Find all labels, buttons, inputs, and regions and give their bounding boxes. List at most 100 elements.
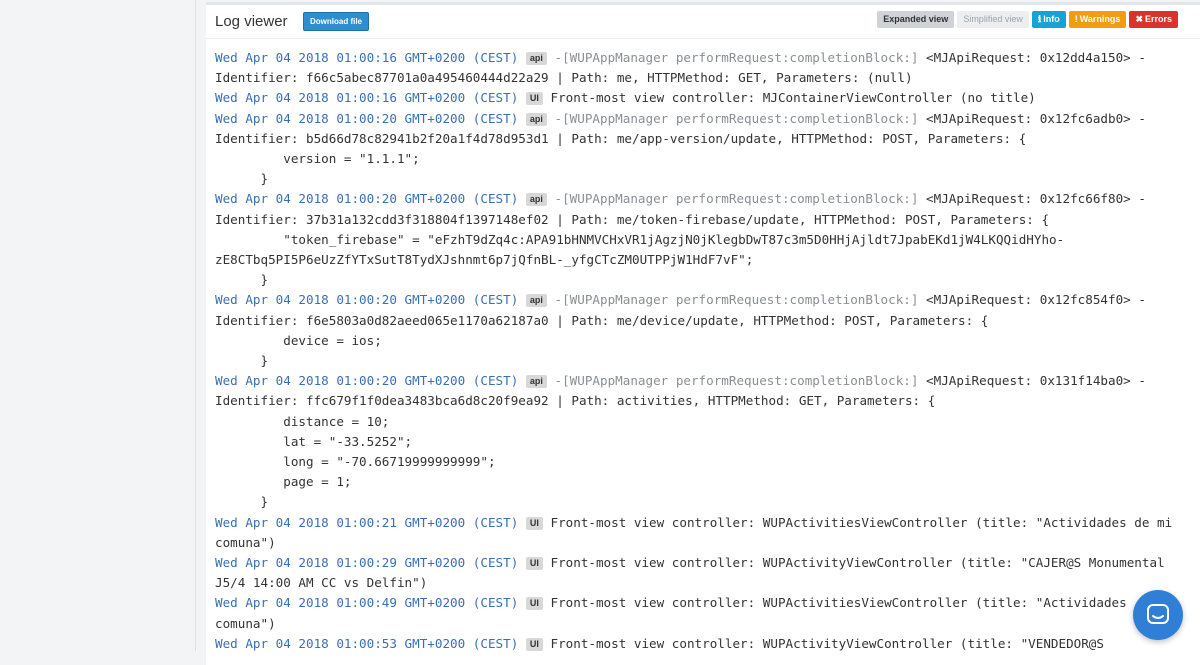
log-source: -[WUPAppManager performRequest:completio… <box>554 292 919 308</box>
log-line: Wed Apr 04 2018 01:00:20 GMT+0200 (CEST)… <box>215 189 1175 209</box>
log-line: "token_firebase" = "eFzhT9dZq4c:APA91bHN… <box>215 230 1175 250</box>
log-timestamp: Wed Apr 04 2018 01:00:16 GMT+0200 (CEST) <box>215 50 519 65</box>
log-line: comuna") <box>215 614 1175 634</box>
log-line: Wed Apr 04 2018 01:00:20 GMT+0200 (CEST)… <box>215 109 1175 129</box>
info-label: Info <box>1043 14 1060 24</box>
log-line: distance = 10; <box>215 412 1175 432</box>
log-message: zE8CTbq5PI5P6eUzZfYTxSutT8TydXJshnmt6p7j… <box>215 252 754 268</box>
log-line: page = 1; <box>215 472 1175 492</box>
log-source: -[WUPAppManager performRequest:completio… <box>554 373 919 389</box>
simplified-view-button[interactable]: Simplified view <box>957 11 1029 28</box>
log-message: Front-most view controller: WUPActivitie… <box>550 595 1127 611</box>
log-line: J5/4 14:00 AM CC vs Delfin") <box>215 573 1175 593</box>
log-line: Wed Apr 04 2018 01:00:20 GMT+0200 (CEST)… <box>215 371 1175 391</box>
log-message: } <box>215 171 269 187</box>
log-message: Identifier: b5d66d78c82941b2f20a1f4d78d9… <box>215 130 1027 146</box>
log-line: long = "-70.66719999999999"; <box>215 452 1175 472</box>
log-timestamp: Wed Apr 04 2018 01:00:53 GMT+0200 (CEST) <box>215 635 519 651</box>
log-message: device = ios; <box>215 332 382 348</box>
log-viewer-panel: Log viewer Download file Expanded view S… <box>206 2 1200 665</box>
log-line: Wed Apr 04 2018 01:00:16 GMT+0200 (CEST)… <box>215 88 1175 108</box>
warning-icon: ! <box>1074 14 1078 24</box>
log-category-badge: UI <box>525 516 543 530</box>
expanded-view-button[interactable]: Expanded view <box>877 11 955 28</box>
log-category-badge: api <box>525 112 547 126</box>
log-line: Wed Apr 04 2018 01:00:21 GMT+0200 (CEST)… <box>215 513 1175 533</box>
log-timestamp: Wed Apr 04 2018 01:00:29 GMT+0200 (CEST) <box>215 555 519 571</box>
log-message: version = "1.1.1"; <box>215 151 420 167</box>
log-category-badge: api <box>525 193 547 207</box>
log-message: J5/4 14:00 AM CC vs Delfin") <box>215 575 428 591</box>
log-message: <MJApiRequest: 0x131f14ba0> - <box>918 373 1146 389</box>
log-message: } <box>215 353 269 369</box>
log-message: page = 1; <box>215 474 352 490</box>
log-timestamp: Wed Apr 04 2018 01:00:20 GMT+0200 (CEST) <box>215 110 519 126</box>
log-message: <MJApiRequest: 0x12dd4a150> - <box>918 50 1146 65</box>
view-filter-toggles: Expanded view Simplified view ℹ Info ! War… <box>877 11 1178 28</box>
log-message: comuna") <box>215 615 276 631</box>
chat-bubble-icon <box>1147 604 1169 624</box>
log-category-badge: UI <box>525 92 543 106</box>
log-timestamp: Wed Apr 04 2018 01:00:49 GMT+0200 (CEST) <box>215 595 519 611</box>
log-line: version = "1.1.1"; <box>215 149 1175 169</box>
log-source: -[WUPAppManager performRequest:completio… <box>554 110 919 126</box>
log-source: -[WUPAppManager performRequest:completio… <box>554 50 919 65</box>
log-line: Wed Apr 04 2018 01:00:16 GMT+0200 (CEST)… <box>215 48 1175 68</box>
log-line: Identifier: ffc679f1f0dea3483bca6d8c20f9… <box>215 391 1175 411</box>
info-icon: ℹ <box>1037 14 1042 24</box>
log-timestamp: Wed Apr 04 2018 01:00:20 GMT+0200 (CEST) <box>215 373 519 389</box>
log-line: Identifier: b5d66d78c82941b2f20a1f4d78d9… <box>215 129 1175 149</box>
log-category-badge: api <box>525 294 547 308</box>
log-line: Identifier: f6e5803a0d82aeed065e1170a621… <box>215 311 1175 331</box>
log-output: Wed Apr 04 2018 01:00:16 GMT+0200 (CEST)… <box>215 48 1175 654</box>
log-line: comuna") <box>215 533 1175 553</box>
log-message: } <box>215 272 269 288</box>
log-line: } <box>215 351 1175 371</box>
chat-launcher-button[interactable] <box>1133 590 1183 640</box>
log-message: "token_firebase" = "eFzhT9dZq4c:APA91bHN… <box>215 231 1065 247</box>
log-timestamp: Wed Apr 04 2018 01:00:20 GMT+0200 (CEST) <box>215 292 519 308</box>
log-line: Identifier: f66c5abec87701a0a495460444d2… <box>215 68 1175 88</box>
log-message: comuna") <box>215 534 276 550</box>
info-filter-button[interactable]: ℹ Info <box>1031 11 1066 28</box>
log-line: device = ios; <box>215 331 1175 351</box>
log-message: long = "-70.66719999999999"; <box>215 454 496 470</box>
log-line: Wed Apr 04 2018 01:00:29 GMT+0200 (CEST)… <box>215 553 1175 573</box>
log-message: } <box>215 494 269 510</box>
log-category-badge: UI <box>525 637 543 651</box>
log-line: lat = "-33.5252"; <box>215 432 1175 452</box>
panel-title: Log viewer <box>215 13 288 30</box>
error-icon: ✖ <box>1135 14 1143 24</box>
log-message: Identifier: f66c5abec87701a0a495460444d2… <box>215 70 913 86</box>
log-message: Front-most view controller: WUPActivitie… <box>550 514 1173 530</box>
log-line: } <box>215 169 1175 189</box>
log-message: Identifier: f6e5803a0d82aeed065e1170a621… <box>215 312 989 328</box>
log-line: Wed Apr 04 2018 01:00:53 GMT+0200 (CEST)… <box>215 634 1175 654</box>
log-line: } <box>215 492 1175 512</box>
log-message: Front-most view controller: WUPActivityV… <box>550 555 1165 571</box>
warnings-filter-button[interactable]: ! Warnings <box>1068 11 1127 28</box>
log-line: Wed Apr 04 2018 01:00:20 GMT+0200 (CEST)… <box>215 290 1175 310</box>
log-category-badge: UI <box>525 557 543 571</box>
log-message: Identifier: 37b31a132cdd3f318804f1397148… <box>215 211 1050 227</box>
log-timestamp: Wed Apr 04 2018 01:00:21 GMT+0200 (CEST) <box>215 514 519 530</box>
warnings-label: Warnings <box>1079 14 1121 24</box>
panel-header: Log viewer Download file Expanded view S… <box>206 5 1200 39</box>
errors-label: Errors <box>1144 14 1172 24</box>
download-file-button[interactable]: Download file <box>303 12 369 31</box>
log-line: } <box>215 270 1175 290</box>
log-message: Identifier: ffc679f1f0dea3483bca6d8c20f9… <box>215 393 936 409</box>
log-message: Front-most view controller: MJContainerV… <box>550 90 1036 106</box>
log-line: Wed Apr 04 2018 01:00:49 GMT+0200 (CEST)… <box>215 593 1175 613</box>
log-line: Identifier: 37b31a132cdd3f318804f1397148… <box>215 210 1175 230</box>
log-message: <MJApiRequest: 0x12fc6adb0> - <box>918 110 1146 126</box>
log-message: lat = "-33.5252"; <box>215 433 413 449</box>
log-message: <MJApiRequest: 0x12fc66f80> - <box>918 191 1146 207</box>
log-timestamp: Wed Apr 04 2018 01:00:16 GMT+0200 (CEST) <box>215 90 519 106</box>
log-message: Front-most view controller: WUPActivityV… <box>550 635 1104 651</box>
errors-filter-button[interactable]: ✖ Errors <box>1129 11 1178 28</box>
log-message: distance = 10; <box>215 413 390 429</box>
log-source: -[WUPAppManager performRequest:completio… <box>554 191 919 207</box>
log-category-badge: api <box>525 52 547 65</box>
log-category-badge: UI <box>525 597 543 611</box>
